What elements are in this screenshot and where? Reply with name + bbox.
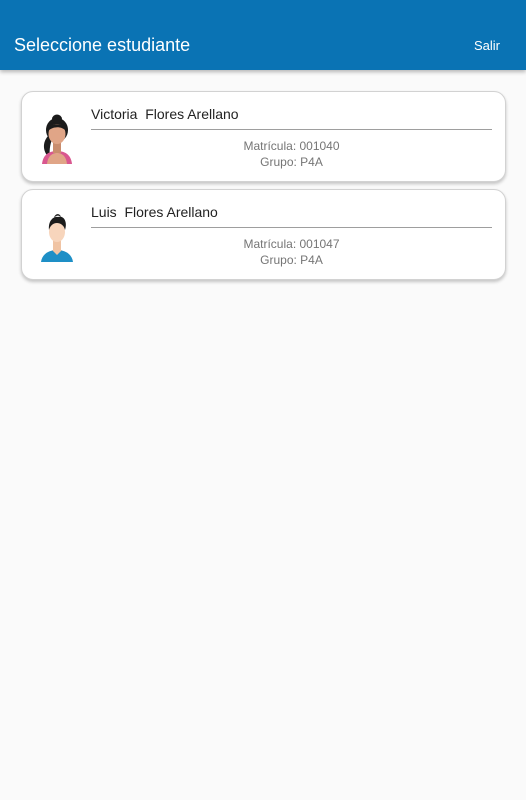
student-name: Luis Flores Arellano (91, 204, 218, 220)
divider (91, 129, 492, 130)
student-name: Victoria Flores Arellano (91, 106, 239, 122)
student-card[interactable]: Victoria Flores Arellano Matrícula: 0010… (21, 91, 506, 182)
divider (91, 227, 492, 228)
enrollment-number: Matrícula: 001040 (243, 139, 340, 153)
group-label: Grupo: P4A (260, 155, 323, 169)
group-label: Grupo: P4A (260, 253, 323, 267)
enrollment-number: Matrícula: 001047 (243, 237, 340, 251)
female-student-avatar-icon (38, 114, 76, 164)
app-bar: Seleccione estudiante Salir (0, 0, 526, 70)
page-title: Seleccione estudiante (14, 35, 191, 55)
male-student-avatar-icon (38, 212, 76, 262)
student-card[interactable]: Luis Flores Arellano Matrícula: 001047 G… (21, 189, 506, 280)
logout-button[interactable]: Salir (474, 38, 500, 54)
student-list: Victoria Flores Arellano Matrícula: 0010… (21, 91, 506, 287)
